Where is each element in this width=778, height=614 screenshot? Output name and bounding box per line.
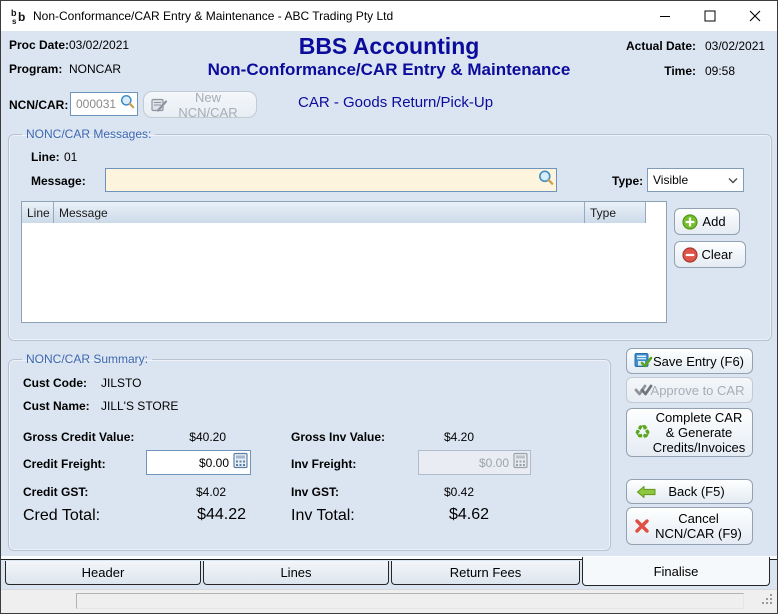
window-title: Non-Conformance/CAR Entry & Maintenance … (33, 9, 394, 23)
column-header-message[interactable]: Message (54, 202, 585, 223)
actual-date-label: Actual Date: (625, 39, 696, 53)
gross-inv-value: $4.20 (443, 430, 474, 444)
cust-name-label: Cust Name: (23, 399, 90, 413)
status-panel (76, 593, 744, 609)
gross-credit-label: Gross Credit Value: (23, 430, 135, 444)
column-header-filler (646, 202, 666, 223)
actual-date-value: 03/02/2021 (705, 39, 766, 53)
credit-gst-value: $4.02 (195, 485, 226, 499)
maximize-icon (704, 10, 715, 21)
gross-inv-label: Gross Inv Value: (291, 430, 386, 444)
recycle-icon: ♻ (634, 422, 652, 443)
close-button[interactable] (732, 1, 777, 30)
line-value: 01 (64, 150, 78, 164)
clear-button[interactable]: Clear (674, 241, 746, 268)
messages-table[interactable]: Line Message Type (21, 201, 667, 323)
messages-table-header: Line Message Type (22, 202, 666, 223)
message-input[interactable] (106, 169, 556, 191)
credit-freight-calculator-icon[interactable] (233, 452, 248, 473)
resize-grip[interactable] (761, 592, 773, 610)
cust-code-label: Cust Code: (23, 376, 87, 390)
minimize-icon (659, 15, 670, 17)
app-logo-icon: b s b (10, 7, 28, 30)
ncn-lookup-icon[interactable] (120, 94, 135, 114)
save-icon (634, 353, 653, 370)
ncn-mode-title: CAR - Goods Return/Pick-Up (298, 94, 494, 111)
messages-table-body[interactable] (22, 223, 666, 322)
inv-freight-label: Inv Freight: (291, 457, 357, 471)
inv-freight-field (418, 450, 531, 475)
column-header-line[interactable]: Line (22, 202, 54, 223)
ncn-car-field (70, 92, 138, 116)
close-icon (749, 10, 760, 21)
type-label: Type: (612, 174, 644, 188)
summary-group-title: NONC/CAR Summary: (26, 352, 149, 366)
credit-gst-label: Credit GST: (23, 485, 89, 499)
inv-freight-calculator-icon (513, 452, 528, 473)
inv-gst-value: $0.42 (443, 485, 474, 499)
ncn-car-label: NCN/CAR: (9, 98, 69, 112)
new-ncn-car-button[interactable]: New NCN/CAR (143, 90, 257, 120)
cancel-x-icon (634, 518, 650, 534)
inv-gst-label: Inv GST: (291, 485, 340, 499)
add-plus-icon (682, 213, 698, 230)
maximize-button[interactable] (687, 1, 732, 30)
messages-group-title: NONC/CAR Messages: (26, 127, 152, 141)
inv-total-value: $4.62 (448, 506, 489, 523)
minimize-button[interactable] (642, 1, 687, 30)
cust-code-value: JILSTO (101, 376, 142, 390)
status-bar (1, 589, 777, 613)
tab-header[interactable]: Header (5, 561, 201, 585)
save-entry-button[interactable]: Save Entry (F6) (626, 348, 753, 374)
time-label: Time: (664, 64, 696, 78)
approve-to-car-button[interactable]: Approve to CAR (626, 377, 753, 403)
back-arrow-icon (637, 485, 656, 498)
chevron-down-icon (728, 173, 738, 187)
approve-double-check-icon (634, 383, 654, 397)
credit-freight-field (146, 450, 251, 475)
app-window: b s b Non-Conformance/CAR Entry & Mainte… (0, 0, 778, 614)
column-header-type[interactable]: Type (585, 202, 646, 223)
svg-text:b: b (18, 10, 25, 24)
clear-minus-icon (682, 246, 698, 263)
cancel-ncn-car-button[interactable]: Cancel NCN/CAR (F9) (626, 507, 753, 545)
type-selected-value: Visible (653, 173, 689, 187)
tab-finalise[interactable]: Finalise (582, 557, 770, 586)
message-field (105, 168, 557, 192)
message-lookup-icon[interactable] (538, 170, 554, 191)
svg-text:s: s (12, 17, 17, 25)
cred-total-label: Cred Total: (23, 507, 101, 524)
message-label: Message: (31, 174, 86, 188)
complete-car-button[interactable]: ♻ Complete CAR & Generate Credits/Invoic… (626, 408, 753, 457)
title-bar: b s b Non-Conformance/CAR Entry & Mainte… (1, 1, 777, 31)
type-select[interactable]: Visible (647, 168, 744, 192)
cred-total-value: $44.22 (197, 506, 246, 523)
line-label: Line: (31, 150, 60, 164)
credit-freight-label: Credit Freight: (23, 457, 106, 471)
inv-total-label: Inv Total: (291, 507, 355, 524)
add-button[interactable]: Add (674, 208, 740, 235)
gross-credit-value: $40.20 (189, 430, 226, 444)
cust-name-value: JILL'S STORE (101, 399, 179, 413)
tab-return-fees[interactable]: Return Fees (391, 561, 580, 585)
time-value: 09:58 (705, 64, 736, 78)
back-label: Back (F5) (668, 484, 725, 499)
tab-lines[interactable]: Lines (203, 561, 389, 585)
new-document-icon (151, 97, 168, 112)
back-button[interactable]: Back (F5) (626, 479, 753, 504)
